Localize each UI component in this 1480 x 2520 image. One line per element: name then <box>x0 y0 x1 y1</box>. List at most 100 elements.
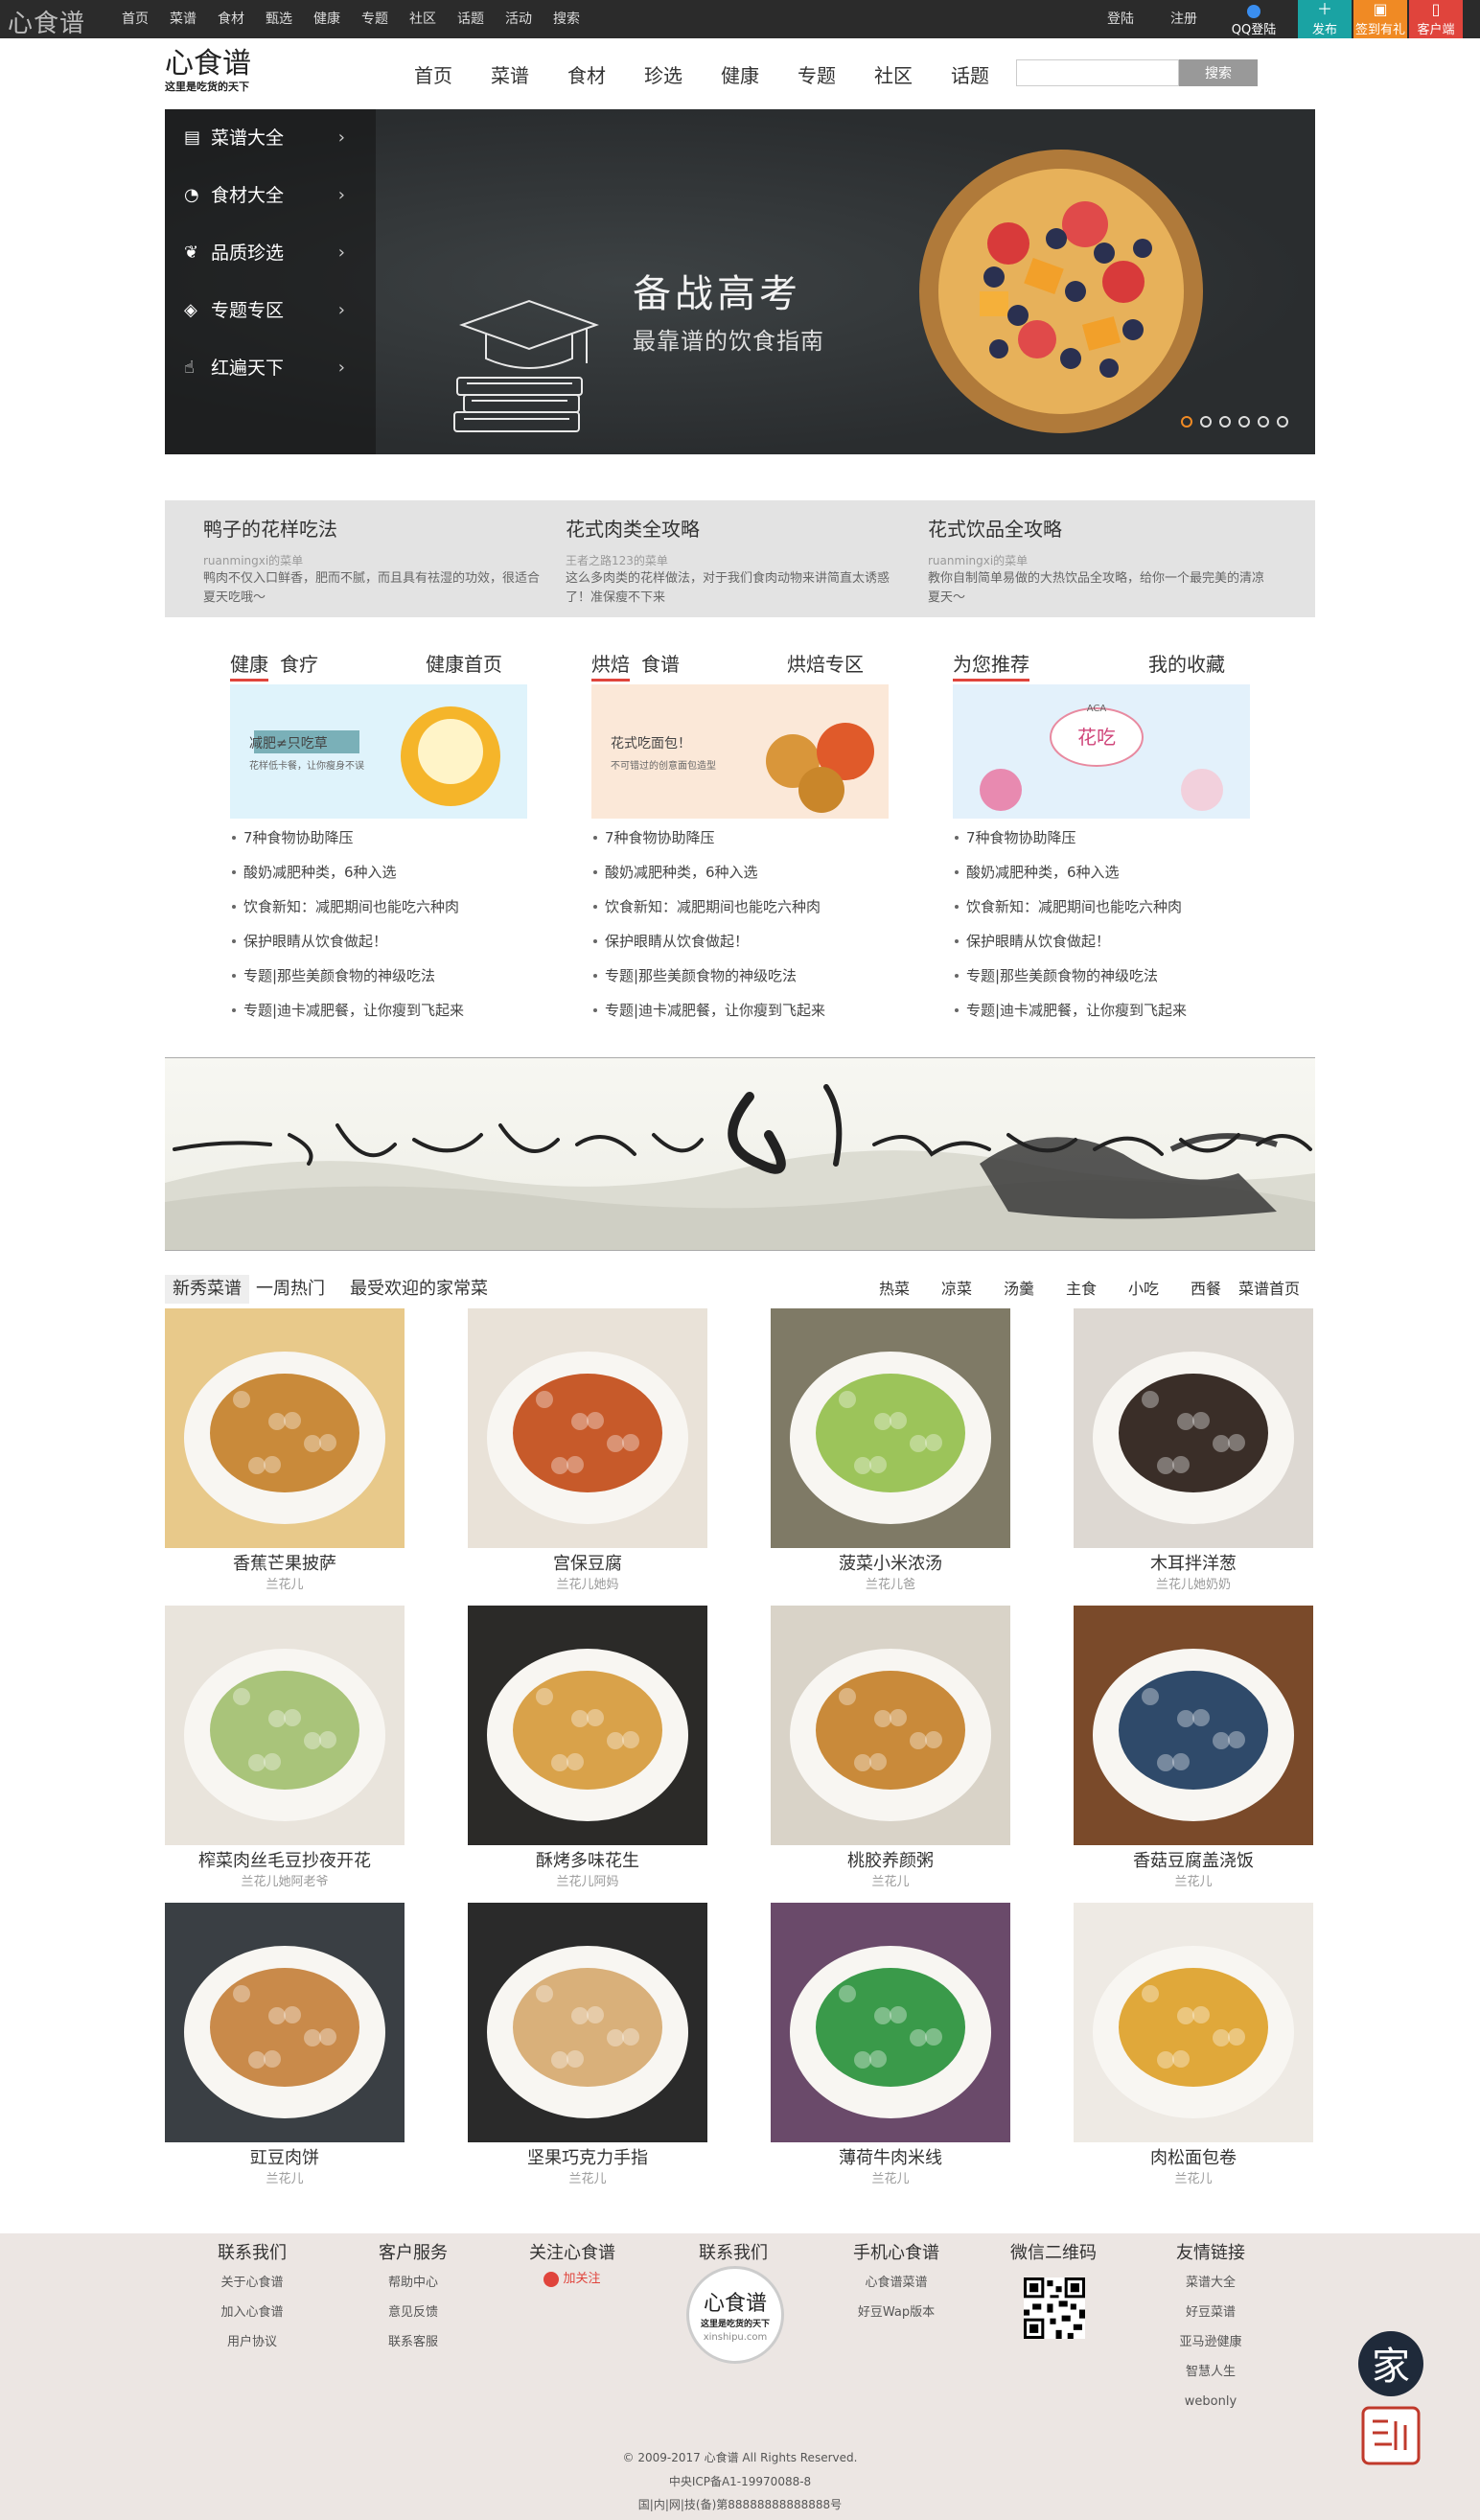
main-nav-item[interactable]: 专题 <box>778 56 855 96</box>
top-nav-item[interactable]: 专题 <box>351 0 399 38</box>
register-link[interactable]: 注册 <box>1170 0 1197 38</box>
recipe-card[interactable]: 桃胶养颜粥 兰花儿 <box>771 1606 1010 1893</box>
column-link[interactable]: 饮食新知：减肥期间也能吃六种肉 <box>591 890 825 924</box>
recipe-photo[interactable] <box>468 1606 707 1845</box>
recipe-author[interactable]: 兰花儿她妈 <box>468 1578 707 1593</box>
column-link[interactable]: 酸奶减肥种类，6种入选 <box>591 855 825 890</box>
top-nav-item[interactable]: 社区 <box>399 0 447 38</box>
recipe-photo[interactable] <box>468 1903 707 2142</box>
recipe-photo[interactable] <box>771 1308 1010 1548</box>
recipe-name[interactable]: 桃胶养颜粥 <box>771 1850 1010 1873</box>
column-tab[interactable]: 食谱 <box>641 650 680 679</box>
recipe-card[interactable]: 肉松面包卷 兰花儿 <box>1074 1903 1313 2190</box>
footer-link[interactable]: 意见反馈 <box>341 2298 485 2327</box>
column-tab[interactable]: 为您推荐 <box>953 650 1029 682</box>
client-button[interactable]: ▯ 客户端 <box>1409 0 1463 38</box>
footer-link[interactable]: 好豆Wap版本 <box>824 2298 968 2327</box>
top-nav-item[interactable]: 首页 <box>111 0 159 38</box>
footer-link[interactable]: 联系客服 <box>341 2327 485 2357</box>
recipe-card[interactable]: 木耳拌洋葱兰花儿她奶奶 <box>1074 1308 1313 1596</box>
top-nav-item[interactable]: 话题 <box>447 0 495 38</box>
top-nav-item[interactable]: 甄选 <box>255 0 303 38</box>
recipe-name[interactable]: 豇豆肉饼 <box>165 2147 405 2170</box>
recipe-category-link[interactable]: 菜谱首页 <box>1238 1275 1300 1304</box>
recipe-category-link[interactable]: 主食 <box>1066 1275 1097 1304</box>
column-link[interactable]: 保护眼睛从饮食做起！ <box>591 924 825 959</box>
footer-link[interactable]: 关于心食谱 <box>180 2268 324 2298</box>
hero-banner[interactable]: 备战高考 最靠谱的饮食指南 ▤ 菜谱大全 › ◔ 食材大全 › ❦ 品质珍选 › ◈ 专题专区 › ☝ 红… <box>165 109 1315 454</box>
recipe-photo[interactable] <box>1074 1308 1313 1548</box>
column-link[interactable]: 饮食新知：减肥期间也能吃六种肉 <box>953 890 1187 924</box>
top-nav-item[interactable]: 活动 <box>495 0 543 38</box>
recipe-author[interactable]: 兰花儿 <box>165 1578 405 1593</box>
site-logo[interactable]: 心食谱 这里是吃货的天下 <box>165 48 270 96</box>
recipe-tab[interactable]: 新秀菜谱 <box>165 1275 249 1304</box>
recipe-name[interactable]: 菠菜小米浓汤 <box>771 1553 1010 1576</box>
recipe-category-link[interactable]: 西餐 <box>1191 1275 1221 1304</box>
article-title[interactable]: 花式饮品全攻略 <box>928 514 1062 542</box>
article-title[interactable]: 鸭子的花样吃法 <box>203 514 337 542</box>
recipe-author[interactable]: 兰花儿 <box>771 2172 1010 2187</box>
side-menu-item[interactable]: ◈ 专题专区 › <box>165 282 376 339</box>
footer-link[interactable]: 菜谱大全 <box>1139 2268 1283 2298</box>
search-button[interactable]: 搜索 <box>1179 59 1258 86</box>
recipe-name[interactable]: 榨菜肉丝毛豆抄夜开花 <box>165 1850 405 1873</box>
column-link[interactable]: 专题|迪卡减肥餐，让你瘦到飞起来 <box>230 993 464 1028</box>
footer-link[interactable]: 用户协议 <box>180 2327 324 2357</box>
recipe-category-link[interactable]: 汤羹 <box>1004 1275 1034 1304</box>
footer-link[interactable]: 好豆菜谱 <box>1139 2298 1283 2327</box>
recipe-card[interactable]: 酥烤多味花生 兰花儿阿妈 <box>468 1606 707 1893</box>
login-link[interactable]: 登陆 <box>1107 0 1134 38</box>
recipe-card[interactable]: 坚果巧克力手指 兰花儿 <box>468 1903 707 2190</box>
carousel-dot[interactable] <box>1277 416 1288 428</box>
column-more-link[interactable]: 我的收藏 <box>1148 650 1225 679</box>
footer-circle-logo[interactable]: 心食谱 这里是吃货的天下 xinshipu.com <box>686 2266 784 2364</box>
carousel-dot[interactable] <box>1238 416 1250 428</box>
recipe-card[interactable]: 香菇豆腐盖浇饭 兰花儿 <box>1074 1606 1313 1893</box>
top-nav-item[interactable]: 健康 <box>303 0 351 38</box>
recipe-photo[interactable] <box>771 1606 1010 1845</box>
footer-link[interactable]: 亚马逊健康 <box>1139 2327 1283 2357</box>
carousel-dot[interactable] <box>1219 416 1231 428</box>
main-nav-item[interactable]: 社区 <box>855 56 932 96</box>
follow-button[interactable]: 加关注 <box>543 2269 601 2290</box>
column-link[interactable]: 专题|那些美颜食物的神级吃法 <box>230 959 464 993</box>
footer-link[interactable]: webonly <box>1139 2387 1283 2416</box>
footer-link[interactable]: 加入心食谱 <box>180 2298 324 2327</box>
top-nav-item[interactable]: 菜谱 <box>159 0 207 38</box>
recipe-name[interactable]: 木耳拌洋葱 <box>1074 1553 1313 1576</box>
column-more-link[interactable]: 烘焙专区 <box>787 650 864 679</box>
recipe-card[interactable]: 榨菜肉丝毛豆抄夜开花 兰花儿她阿老爷 <box>165 1606 405 1893</box>
main-nav-item[interactable]: 菜谱 <box>472 56 548 96</box>
main-nav-item[interactable]: 首页 <box>395 56 472 96</box>
column-link[interactable]: 7种食物协助降压 <box>230 821 464 855</box>
column-link[interactable]: 7种食物协助降压 <box>591 821 825 855</box>
column-tab[interactable]: 食疗 <box>280 650 318 679</box>
recipe-tab[interactable]: 最受欢迎的家常菜 <box>350 1275 488 1304</box>
recipe-author[interactable]: 兰花儿她奶奶 <box>1074 1578 1313 1593</box>
recipe-photo[interactable] <box>1074 1903 1313 2142</box>
recipe-photo[interactable] <box>165 1606 405 1845</box>
recipe-card[interactable]: 香蕉芒果披萨 兰花儿 <box>165 1308 405 1596</box>
checkin-button[interactable]: ▣ 签到有礼 <box>1353 0 1407 38</box>
column-link[interactable]: 专题|那些美颜食物的神级吃法 <box>591 959 825 993</box>
recipe-name[interactable]: 宫保豆腐 <box>468 1553 707 1576</box>
recipe-photo[interactable] <box>165 1903 405 2142</box>
recipe-name[interactable]: 香菇豆腐盖浇饭 <box>1074 1850 1313 1873</box>
qq-login-button[interactable]: QQ登陆 <box>1227 0 1281 38</box>
recipe-card[interactable]: 宫保豆腐 兰花儿她妈 <box>468 1308 707 1596</box>
side-menu-item[interactable]: ▤ 菜谱大全 › <box>165 109 376 167</box>
recipe-category-link[interactable]: 凉菜 <box>941 1275 972 1304</box>
side-menu-item[interactable]: ◔ 食材大全 › <box>165 167 376 224</box>
column-more-link[interactable]: 健康首页 <box>426 650 502 679</box>
column-link[interactable]: 专题|那些美颜食物的神级吃法 <box>953 959 1187 993</box>
recipe-author[interactable]: 兰花儿 <box>771 1875 1010 1890</box>
recipe-photo[interactable] <box>468 1308 707 1548</box>
recipe-name[interactable]: 酥烤多味花生 <box>468 1850 707 1873</box>
column-link[interactable]: 酸奶减肥种类，6种入选 <box>953 855 1187 890</box>
column-link[interactable]: 专题|迪卡减肥餐，让你瘦到飞起来 <box>591 993 825 1028</box>
ink-calligraphy-banner[interactable] <box>165 1057 1315 1251</box>
recipe-name[interactable]: 肉松面包卷 <box>1074 2147 1313 2170</box>
recipe-author[interactable]: 兰花儿爸 <box>771 1578 1010 1593</box>
recipe-photo[interactable] <box>165 1308 405 1548</box>
